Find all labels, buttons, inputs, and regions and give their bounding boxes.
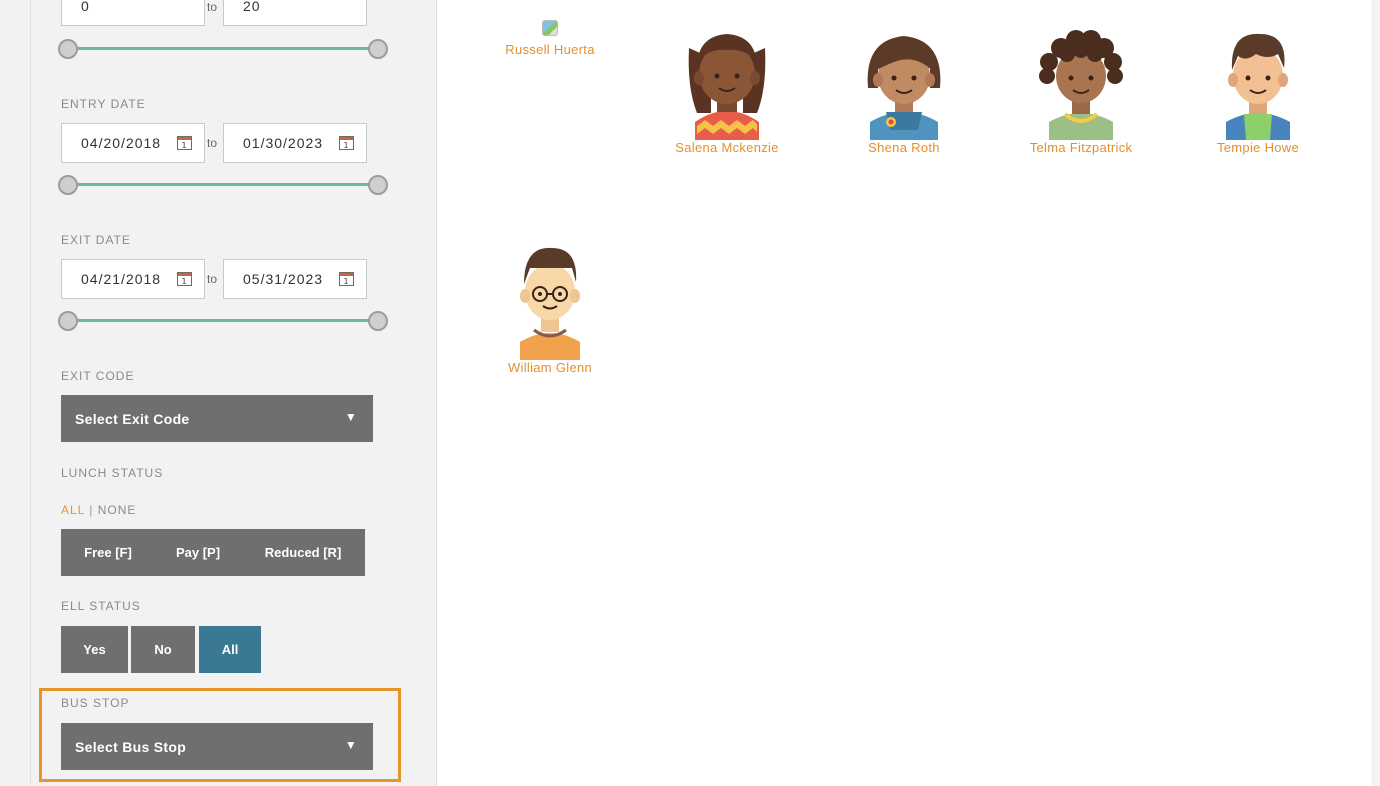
exit-date-label: EXIT DATE xyxy=(61,233,131,247)
student-card[interactable]: William Glenn xyxy=(465,238,635,375)
lunch-status-label: LUNCH STATUS xyxy=(61,466,164,480)
student-name[interactable]: Salena Mckenzie xyxy=(642,140,812,155)
age-to-word: to xyxy=(207,0,218,14)
age-from-input[interactable]: 0 xyxy=(61,0,205,26)
lunch-pay-button[interactable]: Pay [P] xyxy=(155,529,241,576)
entry-date-from-input[interactable]: 04/20/2018 1 xyxy=(61,123,205,163)
calendar-icon[interactable]: 1 xyxy=(339,272,354,286)
student-card[interactable]: Salena Mckenzie xyxy=(642,18,812,155)
entry-date-label: ENTRY DATE xyxy=(61,97,146,111)
boy-avatar-icon xyxy=(1226,33,1290,140)
broken-image-icon xyxy=(542,20,558,36)
lunch-all-link[interactable]: ALL xyxy=(61,503,85,517)
caret-down-icon: ▼ xyxy=(344,410,357,424)
calendar-icon[interactable]: 1 xyxy=(177,136,192,150)
student-name[interactable]: Telma Fitzpatrick xyxy=(996,140,1166,155)
left-gutter xyxy=(0,0,30,786)
entry-to-word: to xyxy=(207,136,218,150)
age-to-input[interactable]: 20 xyxy=(223,0,367,26)
student-card[interactable]: Tempie Howe xyxy=(1173,18,1343,155)
lunch-all-none-toggle: ALL | NONE xyxy=(61,503,136,517)
student-name[interactable]: William Glenn xyxy=(465,360,635,375)
student-name[interactable]: Tempie Howe xyxy=(1173,140,1343,155)
entry-date-slider-min-handle[interactable] xyxy=(58,175,78,195)
student-name[interactable]: Shena Roth xyxy=(819,140,989,155)
sidebar-gap xyxy=(405,0,437,786)
ell-status-label: ELL STATUS xyxy=(61,599,141,613)
bus-stop-select[interactable]: Select Bus Stop ▼ xyxy=(61,723,373,770)
exit-date-from-value: 04/21/2018 xyxy=(81,271,162,287)
entry-date-from-value: 04/20/2018 xyxy=(81,135,162,151)
lunch-status-buttons: Free [F] Pay [P] Reduced [R] xyxy=(61,529,365,576)
exit-date-to-value: 05/31/2023 xyxy=(243,271,324,287)
exit-to-word: to xyxy=(207,272,218,286)
right-scroll-edge xyxy=(1372,0,1380,786)
ell-yes-button[interactable]: Yes xyxy=(61,626,128,673)
student-name[interactable]: Russell Huerta xyxy=(465,42,635,57)
age-slider-min-handle[interactable] xyxy=(58,39,78,59)
entry-date-slider-max-handle[interactable] xyxy=(368,175,388,195)
exit-date-to-input[interactable]: 05/31/2023 1 xyxy=(223,259,367,299)
student-card[interactable]: Russell Huerta xyxy=(465,20,635,57)
girl-curly-avatar-icon xyxy=(1039,30,1123,140)
age-slider-track xyxy=(68,47,378,50)
lunch-none-link[interactable]: NONE xyxy=(98,503,137,517)
girl-pigtails-avatar-icon xyxy=(688,34,766,140)
lunch-separator: | xyxy=(89,503,94,517)
entry-date-to-value: 01/30/2023 xyxy=(243,135,324,151)
calendar-icon[interactable]: 1 xyxy=(339,136,354,150)
student-card[interactable]: Shena Roth xyxy=(819,18,989,155)
exit-code-select[interactable]: Select Exit Code ▼ xyxy=(61,395,373,442)
exit-date-slider-min-handle[interactable] xyxy=(58,311,78,331)
exit-date-slider-track xyxy=(68,319,378,322)
lunch-free-button[interactable]: Free [F] xyxy=(61,529,155,576)
exit-code-placeholder: Select Exit Code xyxy=(75,410,190,427)
age-slider-max-handle[interactable] xyxy=(368,39,388,59)
bus-stop-label: BUS STOP xyxy=(61,696,130,710)
lunch-reduced-button[interactable]: Reduced [R] xyxy=(241,529,365,576)
bus-stop-placeholder: Select Bus Stop xyxy=(75,738,187,755)
boy-glasses-avatar-icon xyxy=(520,247,580,360)
entry-date-slider-track xyxy=(68,183,378,186)
exit-date-from-input[interactable]: 04/21/2018 1 xyxy=(61,259,205,299)
ell-all-button[interactable]: All xyxy=(199,626,261,673)
girl-bob-avatar-icon xyxy=(867,36,941,140)
age-to-value: 20 xyxy=(243,0,261,14)
entry-date-to-input[interactable]: 01/30/2023 1 xyxy=(223,123,367,163)
caret-down-icon: ▼ xyxy=(344,738,357,752)
calendar-icon[interactable]: 1 xyxy=(177,272,192,286)
exit-code-label: EXIT CODE xyxy=(61,369,135,383)
student-card[interactable]: Telma Fitzpatrick xyxy=(996,18,1166,155)
age-from-value: 0 xyxy=(81,0,90,14)
ell-no-button[interactable]: No xyxy=(131,626,195,673)
exit-date-slider-max-handle[interactable] xyxy=(368,311,388,331)
